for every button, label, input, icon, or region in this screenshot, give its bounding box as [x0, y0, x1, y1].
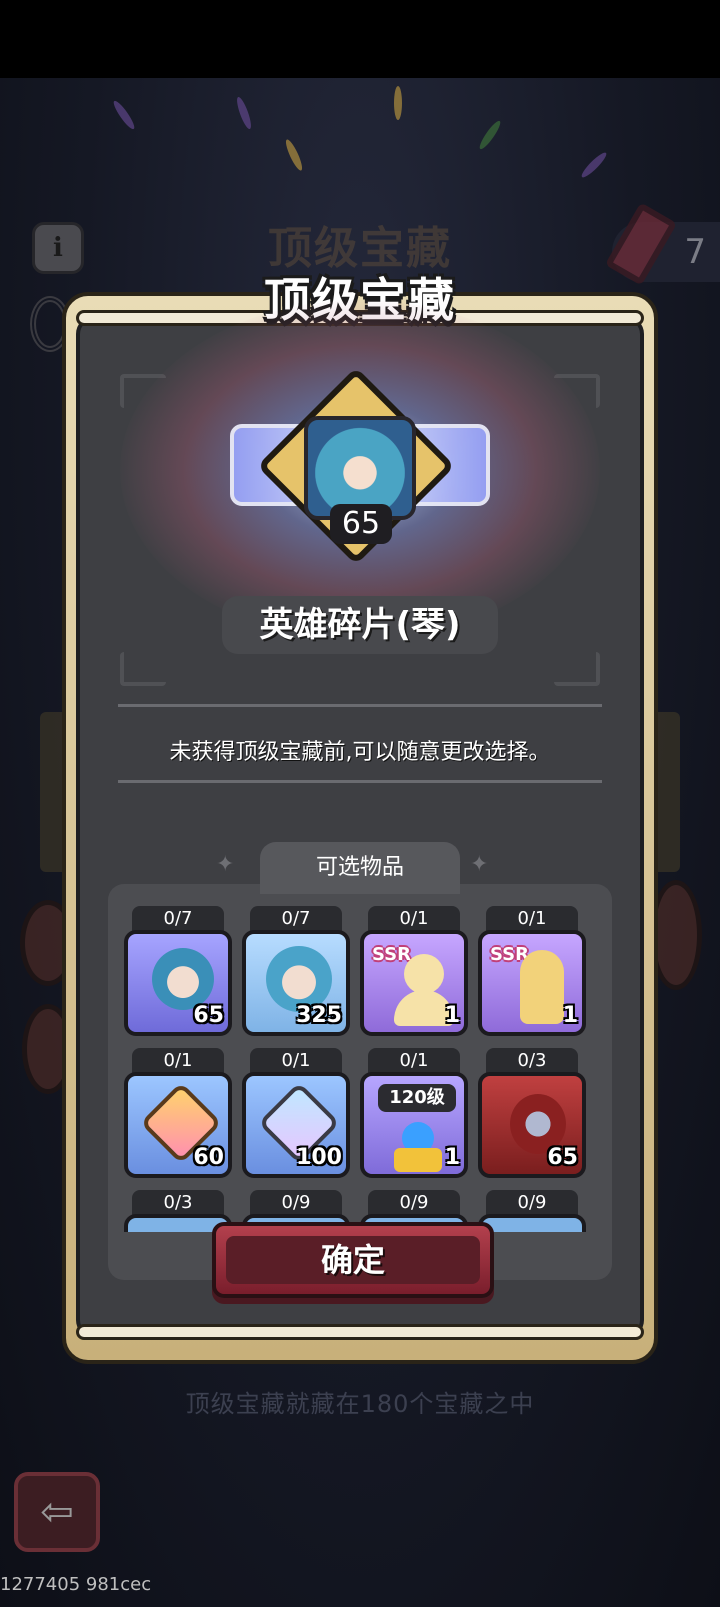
arrow-up-icon — [394, 1148, 442, 1172]
minotaur-shard-icon: 65 — [478, 1072, 586, 1178]
item-hero-shard[interactable]: 0/7 65 — [124, 906, 232, 1046]
item-progress: 0/7 — [132, 906, 224, 932]
featured-item-name: 英雄碎片(琴) — [222, 596, 498, 654]
item-progress: 0/7 — [250, 906, 342, 932]
back-arrow-icon: ⇦ — [40, 1489, 74, 1535]
debug-text: 1277405 981cec — [0, 1574, 152, 1595]
item-qty: 1 — [444, 1145, 460, 1170]
item-row3-4[interactable]: 0/9 — [478, 1190, 586, 1232]
item-progress: 0/3 — [486, 1048, 578, 1074]
footer-hint-text: 顶级宝藏就藏在180个宝藏之中 — [185, 1390, 535, 1418]
corner-decoration — [120, 652, 166, 686]
item-progress: 0/1 — [368, 906, 460, 932]
items-grid: 0/7 65 0/7 325 0/1 SSR 1 0/1 SSR 1 0/1 6… — [124, 906, 602, 1232]
corner-decoration — [554, 652, 600, 686]
ssr-equipment-icon: SSR 1 — [478, 930, 586, 1036]
item-progress: 0/9 — [486, 1190, 578, 1216]
sparkle-decoration — [394, 86, 402, 120]
item-progress: 0/3 — [132, 1190, 224, 1216]
sparkle-decoration — [579, 150, 609, 180]
level-up-icon: 120级 1 — [360, 1072, 468, 1178]
description-text: 未获得顶级宝藏前,可以随意更改选择。 — [169, 740, 551, 765]
confirm-button[interactable]: 确定 — [212, 1222, 494, 1298]
item-progress: 0/9 — [250, 1190, 342, 1216]
dialog-bottom-bar — [76, 1324, 644, 1340]
item-qty: 325 — [296, 1003, 342, 1028]
item-gold-crystal[interactable]: 0/1 60 — [124, 1048, 232, 1188]
sparkle-decoration — [476, 118, 504, 152]
helmet-icon — [520, 950, 564, 1024]
item-progress: 0/1 — [486, 906, 578, 932]
item-qty: 65 — [547, 1145, 578, 1170]
selectable-items-tab: 可选物品 — [260, 842, 460, 894]
item-qty: 60 — [193, 1145, 224, 1170]
featured-count: 65 — [330, 504, 392, 544]
item-qty: 1 — [562, 1003, 578, 1028]
confirm-button-label: 确定 — [226, 1236, 480, 1284]
item-silver-crystal[interactable]: 0/1 100 — [242, 1048, 350, 1188]
item-qty: 1 — [444, 1003, 460, 1028]
item-level-up[interactable]: 0/1 120级 1 — [360, 1048, 468, 1188]
sparkle-decoration — [283, 137, 305, 173]
divider — [118, 704, 602, 707]
sparkle-icon: ✦ — [216, 852, 235, 877]
item-icon — [478, 1214, 586, 1232]
back-button[interactable]: ⇦ — [14, 1472, 100, 1552]
person-icon — [404, 954, 444, 994]
ssr-badge: SSR — [372, 944, 411, 965]
silver-crystal-icon: 100 — [242, 1072, 350, 1178]
hero-card-icon: 325 — [242, 930, 350, 1036]
item-progress: 0/1 — [368, 1048, 460, 1074]
item-ssr-hero-select[interactable]: 0/1 SSR 1 — [360, 906, 468, 1046]
level-tag: 120级 — [378, 1084, 456, 1112]
status-bar-area — [0, 0, 720, 78]
item-qty: 100 — [296, 1145, 342, 1170]
sparkle-decoration — [110, 98, 138, 132]
hero-shard-icon: 65 — [124, 930, 232, 1036]
ssr-hero-icon: SSR 1 — [360, 930, 468, 1036]
item-progress: 0/1 — [132, 1048, 224, 1074]
divider — [118, 780, 602, 783]
gold-crystal-icon: 60 — [124, 1072, 232, 1178]
item-hero-card[interactable]: 0/7 325 — [242, 906, 350, 1046]
item-qty: 65 — [193, 1003, 224, 1028]
sparkle-decoration — [234, 95, 254, 131]
item-minotaur-shard[interactable]: 0/3 65 — [478, 1048, 586, 1188]
sparkle-icon: ✦ — [470, 852, 489, 877]
item-ssr-equipment-select[interactable]: 0/1 SSR 1 — [478, 906, 586, 1046]
item-progress: 0/1 — [250, 1048, 342, 1074]
hero-face-icon — [152, 948, 214, 1010]
item-progress: 0/9 — [368, 1190, 460, 1216]
